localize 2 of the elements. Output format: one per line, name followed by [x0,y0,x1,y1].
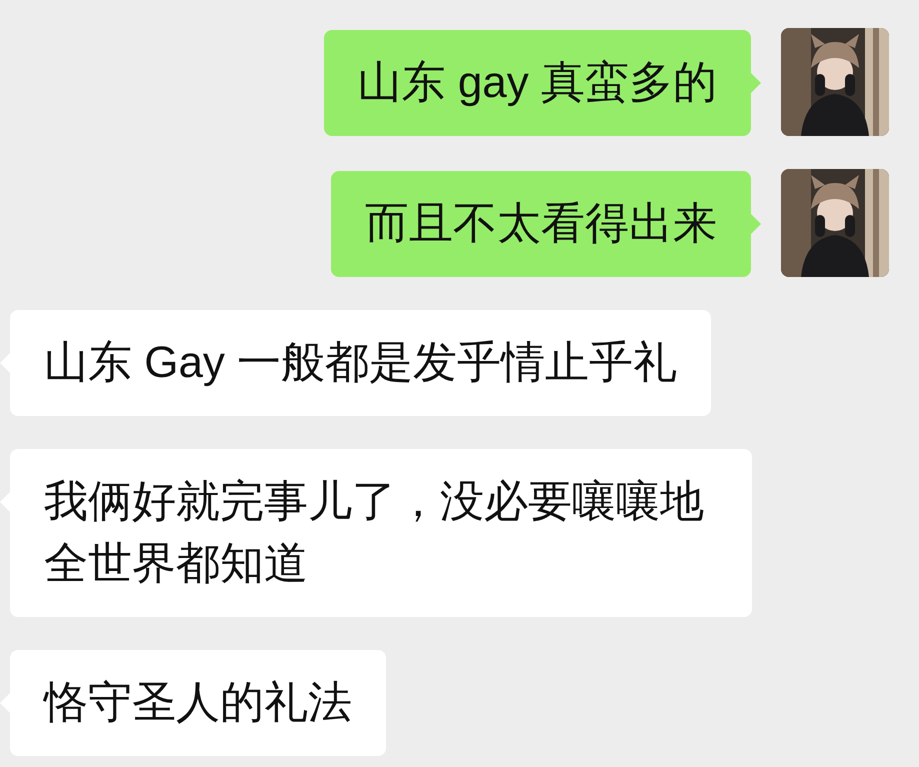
bubble-tail [751,214,761,234]
bubble-tail [751,73,761,93]
